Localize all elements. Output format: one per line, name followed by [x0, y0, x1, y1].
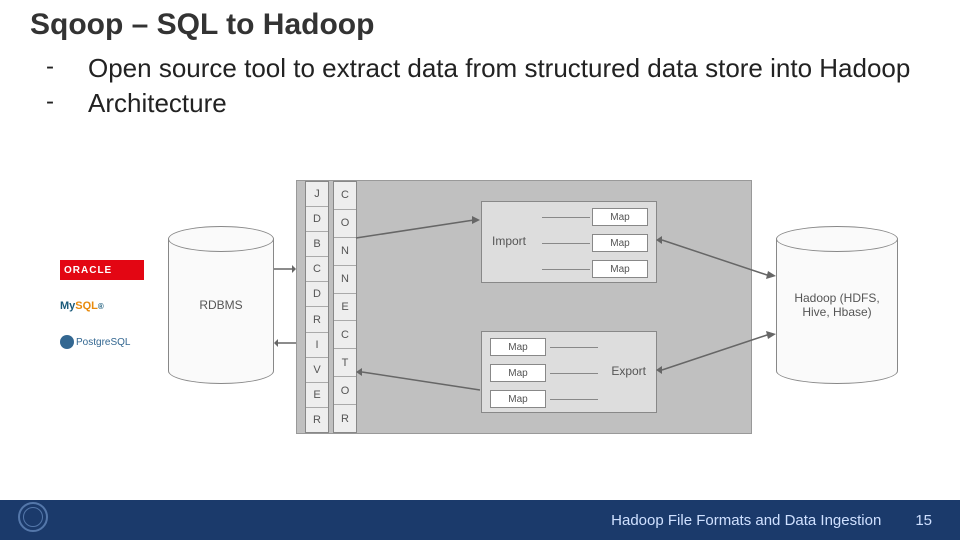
bullet-list: Open source tool to extract data from st… [40, 52, 930, 121]
arrow-import-to-hadoop [656, 234, 776, 282]
postgresql-logo: PostgreSQL [60, 332, 144, 352]
hadoop-cylinder: Hadoop (HDFS, Hive, Hbase) [776, 226, 898, 384]
map-box: Map [490, 364, 546, 382]
connector-column: C O N N E C T O R [333, 181, 357, 433]
arrow-export-to-connector [356, 368, 480, 394]
arrow-hadoop-to-export [656, 328, 776, 376]
cern-logo-icon [18, 502, 48, 532]
database-logos: ORACLE MySQL® PostgreSQL [60, 260, 144, 368]
footer-title: Hadoop File Formats and Data Ingestion [611, 512, 881, 529]
import-label: Import [492, 234, 526, 248]
rdbms-cylinder: RDBMS [168, 226, 274, 384]
mysql-logo: MySQL® [60, 296, 144, 316]
map-box: Map [592, 208, 648, 226]
bullet-item: Architecture [40, 87, 930, 120]
jdbc-driver-column: J D B C D R I V E R [305, 181, 329, 433]
page-number: 15 [915, 512, 932, 529]
map-box: Map [490, 390, 546, 408]
map-box: Map [490, 338, 546, 356]
oracle-logo: ORACLE [60, 260, 144, 280]
bullet-item: Open source tool to extract data from st… [40, 52, 930, 85]
export-label: Export [611, 364, 646, 378]
map-box: Map [592, 234, 648, 252]
arrow-rdbms-to-sqoop [274, 262, 296, 276]
slide-title: Sqoop – SQL to Hadoop [30, 8, 374, 42]
arrow-connector-to-import [356, 216, 480, 242]
rdbms-label: RDBMS [195, 298, 246, 312]
import-group: Import Map Map Map [481, 201, 657, 283]
map-box: Map [592, 260, 648, 278]
slide-footer: Hadoop File Formats and Data Ingestion 1… [0, 500, 960, 540]
architecture-diagram: ORACLE MySQL® PostgreSQL RDBMS J D B C D… [60, 168, 900, 446]
export-group: Export Map Map Map [481, 331, 657, 413]
arrow-sqoop-to-rdbms [274, 336, 296, 350]
hadoop-label: Hadoop (HDFS, Hive, Hbase) [777, 291, 897, 319]
